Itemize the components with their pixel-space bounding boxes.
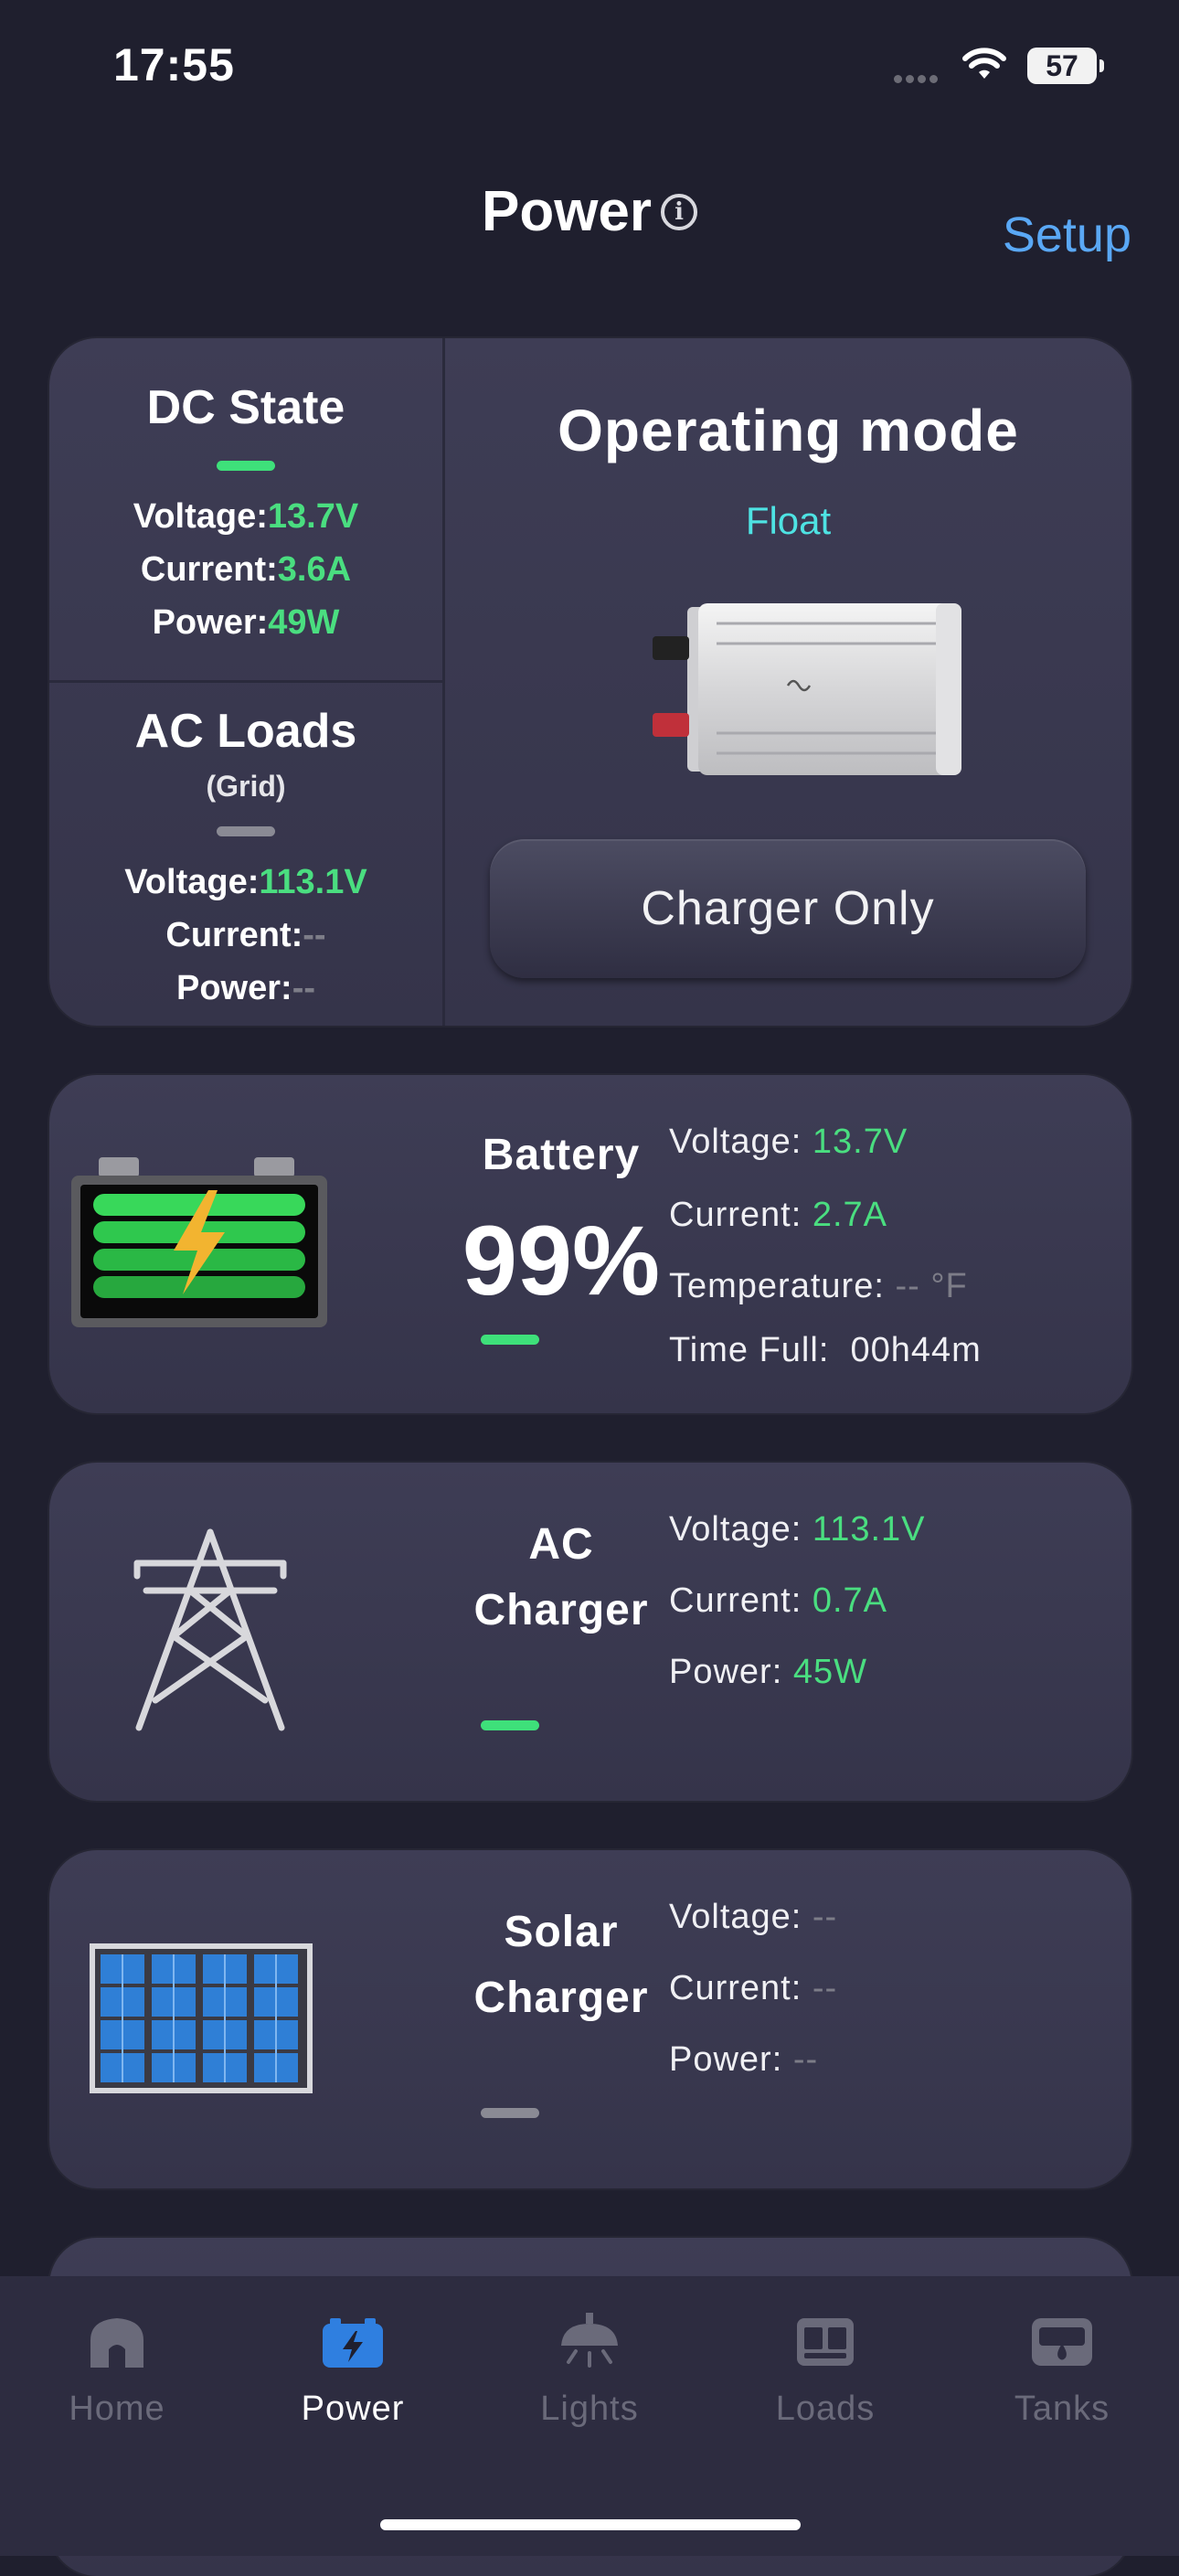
battery-current-value: 2.7A [812, 1196, 888, 1234]
dc-current-value: 3.6A [277, 550, 352, 589]
ac-charger-card[interactable]: AC Charger Voltage: 113.1V Current: 0.7A… [49, 1463, 1131, 1801]
operating-mode-title: Operating mode [558, 398, 1019, 463]
tab-power-label: Power [301, 2390, 405, 2428]
dc-state-indicator [217, 461, 275, 471]
solar-charger-card[interactable]: Solar Charger Voltage: -- Current: -- Po… [49, 1850, 1131, 2188]
dc-voltage-value: 13.7V [267, 497, 359, 536]
solar-current-row: Current: -- [669, 1969, 838, 2007]
cellular-signal-icon [894, 71, 945, 83]
loads-icon [797, 2318, 854, 2366]
setup-button[interactable]: Setup [1003, 207, 1131, 263]
dc-power-value: 49W [268, 603, 340, 642]
ac-charger-current-row: Current: 0.7A [669, 1581, 888, 1620]
wifi-icon [962, 48, 1006, 79]
home-icon [90, 2318, 143, 2368]
battery-status-icon: 57 [1027, 48, 1104, 84]
solar-power-row: Power: -- [669, 2040, 819, 2079]
ac-voltage-row: Voltage:113.1V [124, 863, 367, 901]
tab-loads-label: Loads [775, 2390, 876, 2428]
solar-power-value: -- [792, 2040, 819, 2079]
ac-voltage-value: 113.1V [259, 863, 367, 901]
battery-voltage-value: 13.7V [812, 1123, 908, 1161]
status-time: 17:55 [113, 39, 235, 90]
ac-loads-title: AC Loads [134, 705, 357, 758]
ac-charger-power-row: Power: 45W [669, 1653, 867, 1691]
ac-power-row: Power:-- [175, 969, 315, 1007]
ac-charger-voltage-row: Voltage: 113.1V [669, 1510, 926, 1549]
divider [49, 680, 442, 683]
ac-loads-subtitle: (Grid) [206, 770, 286, 803]
light-icon [561, 2313, 618, 2368]
tab-lights-label: Lights [540, 2390, 639, 2428]
battery-temperature-row: Temperature: -- °F [669, 1267, 968, 1305]
battery-current-row: Current: 2.7A [669, 1196, 888, 1234]
tab-home[interactable]: Home [35, 2313, 199, 2429]
operating-mode-value: Float [745, 499, 832, 542]
home-indicator[interactable] [380, 2519, 801, 2530]
charger-mode-button[interactable]: Charger Only [490, 839, 1086, 978]
ac-charger-indicator [481, 1720, 539, 1730]
ac-charger-voltage-value: 113.1V [812, 1510, 926, 1549]
battery-time-full-row: Time Full: 00h44m [669, 1331, 982, 1369]
inverter-icon [653, 603, 961, 775]
power-tower-icon [133, 1528, 287, 1731]
battery-card[interactable]: Battery 99% Voltage: 13.7V Current: 2.7A… [49, 1075, 1131, 1413]
tab-home-label: Home [69, 2390, 165, 2428]
solar-current-value: -- [812, 1969, 838, 2007]
system-state-card: DC State Voltage:13.7V Current:3.6A Powe… [49, 338, 1131, 1026]
ac-power-value: -- [292, 969, 315, 1007]
ac-current-value: -- [303, 916, 326, 954]
ac-loads-indicator [217, 826, 275, 836]
tab-tanks[interactable]: Tanks [980, 2313, 1144, 2429]
battery-icon [323, 2318, 383, 2368]
dc-current-row: Current:3.6A [140, 550, 352, 589]
solar-voltage-row: Voltage: -- [669, 1898, 838, 1936]
battery-indicator [481, 1335, 539, 1345]
ac-charger-current-value: 0.7A [812, 1581, 888, 1620]
solar-panel-icon [90, 1943, 313, 2093]
dc-voltage-row: Voltage:13.7V [133, 497, 359, 536]
tank-icon [1032, 2318, 1092, 2366]
solar-voltage-value: -- [812, 1898, 838, 1936]
battery-charging-icon [71, 1157, 327, 1327]
page-title: Power [481, 180, 653, 243]
battery-temperature-value: -- °F [895, 1267, 968, 1305]
tab-loads[interactable]: Loads [743, 2313, 908, 2429]
tab-tanks-label: Tanks [1014, 2390, 1110, 2428]
ac-charger-power-value: 45W [792, 1653, 867, 1691]
tab-power[interactable]: Power [271, 2313, 435, 2429]
solar-charger-indicator [481, 2108, 539, 2118]
info-icon[interactable]: i [661, 193, 698, 230]
dc-power-row: Power:49W [152, 603, 340, 642]
battery-time-full-value: 00h44m [850, 1331, 982, 1369]
dc-state-title: DC State [146, 381, 345, 434]
tab-lights[interactable]: Lights [507, 2313, 672, 2429]
battery-voltage-row: Voltage: 13.7V [669, 1123, 908, 1161]
ac-current-row: Current:-- [165, 916, 326, 954]
